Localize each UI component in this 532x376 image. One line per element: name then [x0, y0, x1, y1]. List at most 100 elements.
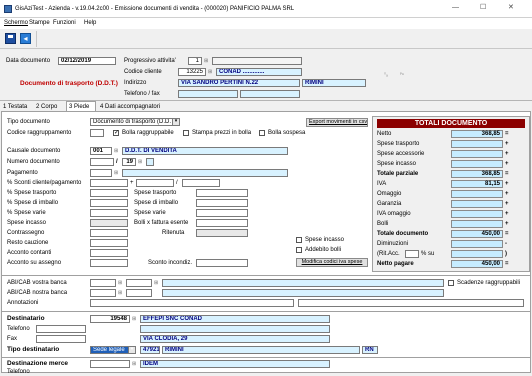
- spese-varie-pct-input[interactable]: [90, 209, 128, 217]
- minimize-button[interactable]: —: [452, 4, 459, 12]
- spese-trasporto-input[interactable]: [196, 189, 248, 197]
- codice-cliente-input[interactable]: 13225: [178, 68, 206, 76]
- totali-row-label: Spese accessorie: [377, 151, 425, 157]
- totali-row: Totale documento 450,00 =: [375, 230, 511, 239]
- cab-vostra-input[interactable]: [126, 279, 152, 287]
- spese-trasporto-pct-label: % Spese trasporto: [7, 190, 57, 196]
- totali-row: Netto pagare 450,00 =: [375, 260, 511, 269]
- contrassegno-input[interactable]: [90, 229, 128, 237]
- acconto-assegno-input[interactable]: [90, 259, 128, 267]
- sconti-label: % Sconti cliente/pagamento: [7, 180, 82, 186]
- cab-nostra-input[interactable]: [126, 289, 152, 297]
- tab-testata[interactable]: 1 Testata: [3, 103, 27, 111]
- acconto-contanti-input[interactable]: [90, 249, 128, 257]
- numero-search-icon[interactable]: ⊞: [138, 158, 142, 166]
- causale-desc: D.D.T. DI VENDITA: [122, 147, 288, 155]
- resto-cauzione-input[interactable]: [90, 239, 128, 247]
- flag-icon-2: ᴾᵉ: [400, 72, 404, 78]
- annotazioni-input-1[interactable]: [90, 299, 294, 307]
- back-icon[interactable]: ◂: [20, 33, 31, 44]
- totali-row-value: [451, 140, 503, 148]
- abi-nostra-input[interactable]: [90, 289, 116, 297]
- destinatario-prov: RN: [362, 346, 378, 354]
- abi-nostra-search-icon[interactable]: ⊞: [118, 289, 122, 297]
- spese-imballo-pct-input[interactable]: [90, 199, 128, 207]
- telefono-input: [178, 90, 238, 98]
- causale-search-icon[interactable]: ⊞: [114, 147, 118, 155]
- menu-schermo[interactable]: Schermo: [4, 19, 28, 27]
- merce-telefono-label: Telefono: [7, 369, 30, 375]
- addebito-bolli-checkbox[interactable]: [296, 247, 302, 253]
- tipo-documento-select[interactable]: Documento di trasporto (D.D.T.) ▾: [90, 118, 180, 126]
- menu-stampe[interactable]: Stampe: [29, 19, 50, 27]
- numero-input[interactable]: 19: [122, 158, 136, 166]
- stampa-prezzi-checkbox[interactable]: [183, 130, 189, 136]
- destinatario-fax-label: Fax: [7, 336, 18, 342]
- sconto-incond-input[interactable]: [196, 259, 248, 267]
- rit-acc-pct-input[interactable]: [405, 250, 419, 258]
- pagamento-search-icon[interactable]: ⊞: [114, 169, 118, 177]
- abi-nostra-label: ABI/CAB nostra banca: [7, 290, 68, 296]
- ritenuta-label: Ritenuta: [162, 230, 185, 236]
- destinatario-search-icon[interactable]: ⊞: [132, 315, 136, 323]
- scadenze-checkbox[interactable]: [448, 280, 454, 286]
- tipo-destinatario-select[interactable]: Sede legale ▾: [90, 346, 136, 354]
- cab-vostra-search-icon[interactable]: ⊞: [154, 279, 158, 287]
- bolla-sospesa-checkbox[interactable]: [259, 130, 265, 136]
- totali-row-value: [451, 240, 503, 248]
- resto-cauzione-label: Resto cauzione: [7, 240, 49, 246]
- annotazioni-input-2[interactable]: [298, 299, 524, 307]
- chevron-down-icon[interactable]: ▾: [128, 347, 135, 353]
- cliente-search-icon[interactable]: ⊞: [208, 68, 212, 76]
- menu-funzioni[interactable]: Funzioni: [53, 19, 76, 27]
- progressivo-input[interactable]: 1: [188, 57, 202, 65]
- pagamento-input[interactable]: [90, 169, 112, 177]
- tab-dati-accompagnatori[interactable]: 4 Dati accompagnatori: [100, 103, 160, 111]
- sconti-plus: +: [130, 180, 134, 186]
- export-csv-button[interactable]: Export movimenti in csv: [306, 118, 368, 127]
- sconti-input-3[interactable]: [182, 179, 220, 187]
- merce-code-input[interactable]: [90, 360, 130, 368]
- bolla-ragg-checkbox[interactable]: ✓: [113, 130, 119, 136]
- totali-row-sign: +: [505, 211, 509, 217]
- data-documento-input[interactable]: 02/12/2019: [58, 57, 116, 65]
- spese-imballo-label: Spese di imballo: [134, 200, 179, 206]
- totali-row-sign: +: [505, 191, 509, 197]
- modifica-iva-button[interactable]: Modifica codici iva spese: [296, 258, 368, 267]
- causale-label: Causale documento: [7, 148, 61, 154]
- tab-corpo[interactable]: 2 Corpo: [36, 103, 57, 111]
- destinatario-fax-input[interactable]: [36, 335, 86, 343]
- sconti-input-1[interactable]: [90, 179, 128, 187]
- numero-prefix-input[interactable]: [90, 158, 114, 166]
- totali-row-value: 450,00: [451, 260, 503, 268]
- spese-trasporto-pct-input[interactable]: [90, 189, 128, 197]
- pagamento-desc: [122, 169, 288, 177]
- destinatario-citta: RIMINI: [162, 346, 360, 354]
- causale-code-input[interactable]: 001: [90, 147, 112, 155]
- spese-varie-input[interactable]: [196, 209, 248, 217]
- totali-row-value: [451, 220, 503, 228]
- chevron-down-icon[interactable]: ▾: [172, 119, 179, 125]
- menu-help[interactable]: Help: [84, 19, 96, 27]
- merce-search-icon[interactable]: ⊞: [132, 360, 136, 368]
- maximize-button[interactable]: ☐: [480, 4, 486, 12]
- spese-imballo-input[interactable]: [196, 199, 248, 207]
- totali-row: Omaggio +: [375, 190, 511, 199]
- destinatario-telefono-input[interactable]: [36, 325, 86, 333]
- annotazioni-label: Annotazioni: [7, 300, 39, 306]
- totali-row: Bolli +: [375, 220, 511, 229]
- sconti-input-2[interactable]: [136, 179, 174, 187]
- progressivo-search-icon[interactable]: ⊞: [204, 57, 208, 65]
- save-icon[interactable]: [5, 33, 16, 44]
- spese-incasso-checkbox[interactable]: [296, 237, 302, 243]
- codice-ragg-input[interactable]: [90, 129, 104, 137]
- contrassegno-label: Contrassegno: [7, 230, 45, 236]
- abi-vostra-input[interactable]: [90, 279, 116, 287]
- totali-row-sign: =: [505, 261, 509, 267]
- banca-vostra-desc: [162, 279, 444, 287]
- totali-row-sign: +: [505, 221, 509, 227]
- destinatario-code-input[interactable]: 19548: [90, 315, 130, 323]
- abi-vostra-search-icon[interactable]: ⊞: [118, 279, 122, 287]
- bolli-esente-input[interactable]: [196, 219, 248, 227]
- close-button[interactable]: ✕: [508, 4, 514, 12]
